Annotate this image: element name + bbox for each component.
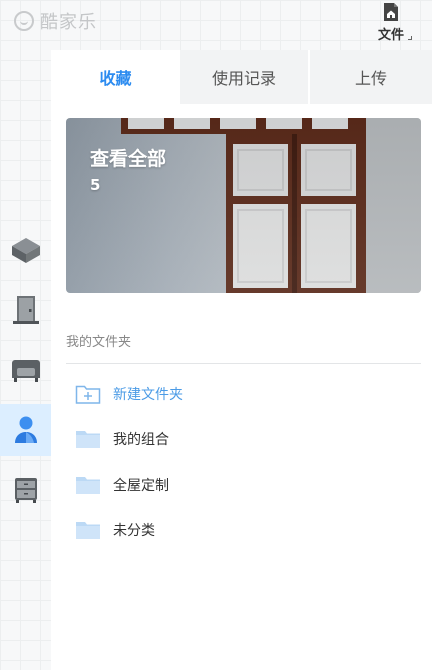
- cube-icon: [11, 238, 40, 263]
- sidebar-item-doors[interactable]: [0, 284, 51, 336]
- folder-item[interactable]: 全屋定制: [66, 467, 421, 503]
- folder-icon: [76, 477, 100, 494]
- sidebar-item-cabinets[interactable]: [0, 464, 51, 516]
- view-all-title: 查看全部: [90, 148, 167, 170]
- sidebar-item-models[interactable]: [0, 224, 51, 276]
- top-bar: 酷家乐 文件: [0, 0, 432, 50]
- sidebar-item-my-library[interactable]: [0, 404, 51, 456]
- view-all-card[interactable]: 查看全部 5: [66, 118, 421, 293]
- file-button-label: 文件: [377, 28, 404, 43]
- new-folder-button[interactable]: 新建文件夹: [66, 376, 421, 412]
- folder-icon: [76, 522, 100, 539]
- tab-bar: 收藏 使用记录 上传: [51, 50, 432, 104]
- app-logo: 酷家乐: [14, 9, 97, 33]
- folder-name: 未分类: [113, 523, 155, 539]
- logo-icon: [14, 11, 34, 31]
- file-home-icon: [384, 3, 398, 21]
- folder-name: 我的组合: [113, 432, 169, 448]
- cabinet-icon: [14, 478, 37, 503]
- library-panel: 收藏 使用记录 上传 查看全部 5 我的文件夹 新建文件夹 我的组合 全屋定制 …: [51, 50, 432, 670]
- folder-item[interactable]: 我的组合: [66, 421, 421, 457]
- category-sidebar: [0, 50, 51, 670]
- tab-favorites[interactable]: 收藏: [51, 50, 180, 104]
- file-button[interactable]: 文件: [370, 0, 412, 46]
- user-icon: [14, 416, 37, 443]
- section-divider: [66, 363, 421, 364]
- favorites-count: 5: [90, 176, 101, 194]
- folder-icon: [76, 431, 100, 448]
- folder-item[interactable]: 未分类: [66, 512, 421, 548]
- door-icon: [12, 296, 39, 324]
- new-folder-label: 新建文件夹: [113, 387, 183, 403]
- sofa-icon: [11, 360, 40, 382]
- my-folders-heading: 我的文件夹: [66, 335, 132, 350]
- tab-upload[interactable]: 上传: [308, 50, 432, 104]
- add-folder-icon: [75, 385, 101, 404]
- folder-name: 全屋定制: [113, 478, 169, 494]
- logo-text: 酷家乐: [40, 12, 97, 33]
- tab-history[interactable]: 使用记录: [180, 50, 308, 104]
- sidebar-item-furniture[interactable]: [0, 344, 51, 396]
- dropdown-corner-icon: [408, 36, 412, 40]
